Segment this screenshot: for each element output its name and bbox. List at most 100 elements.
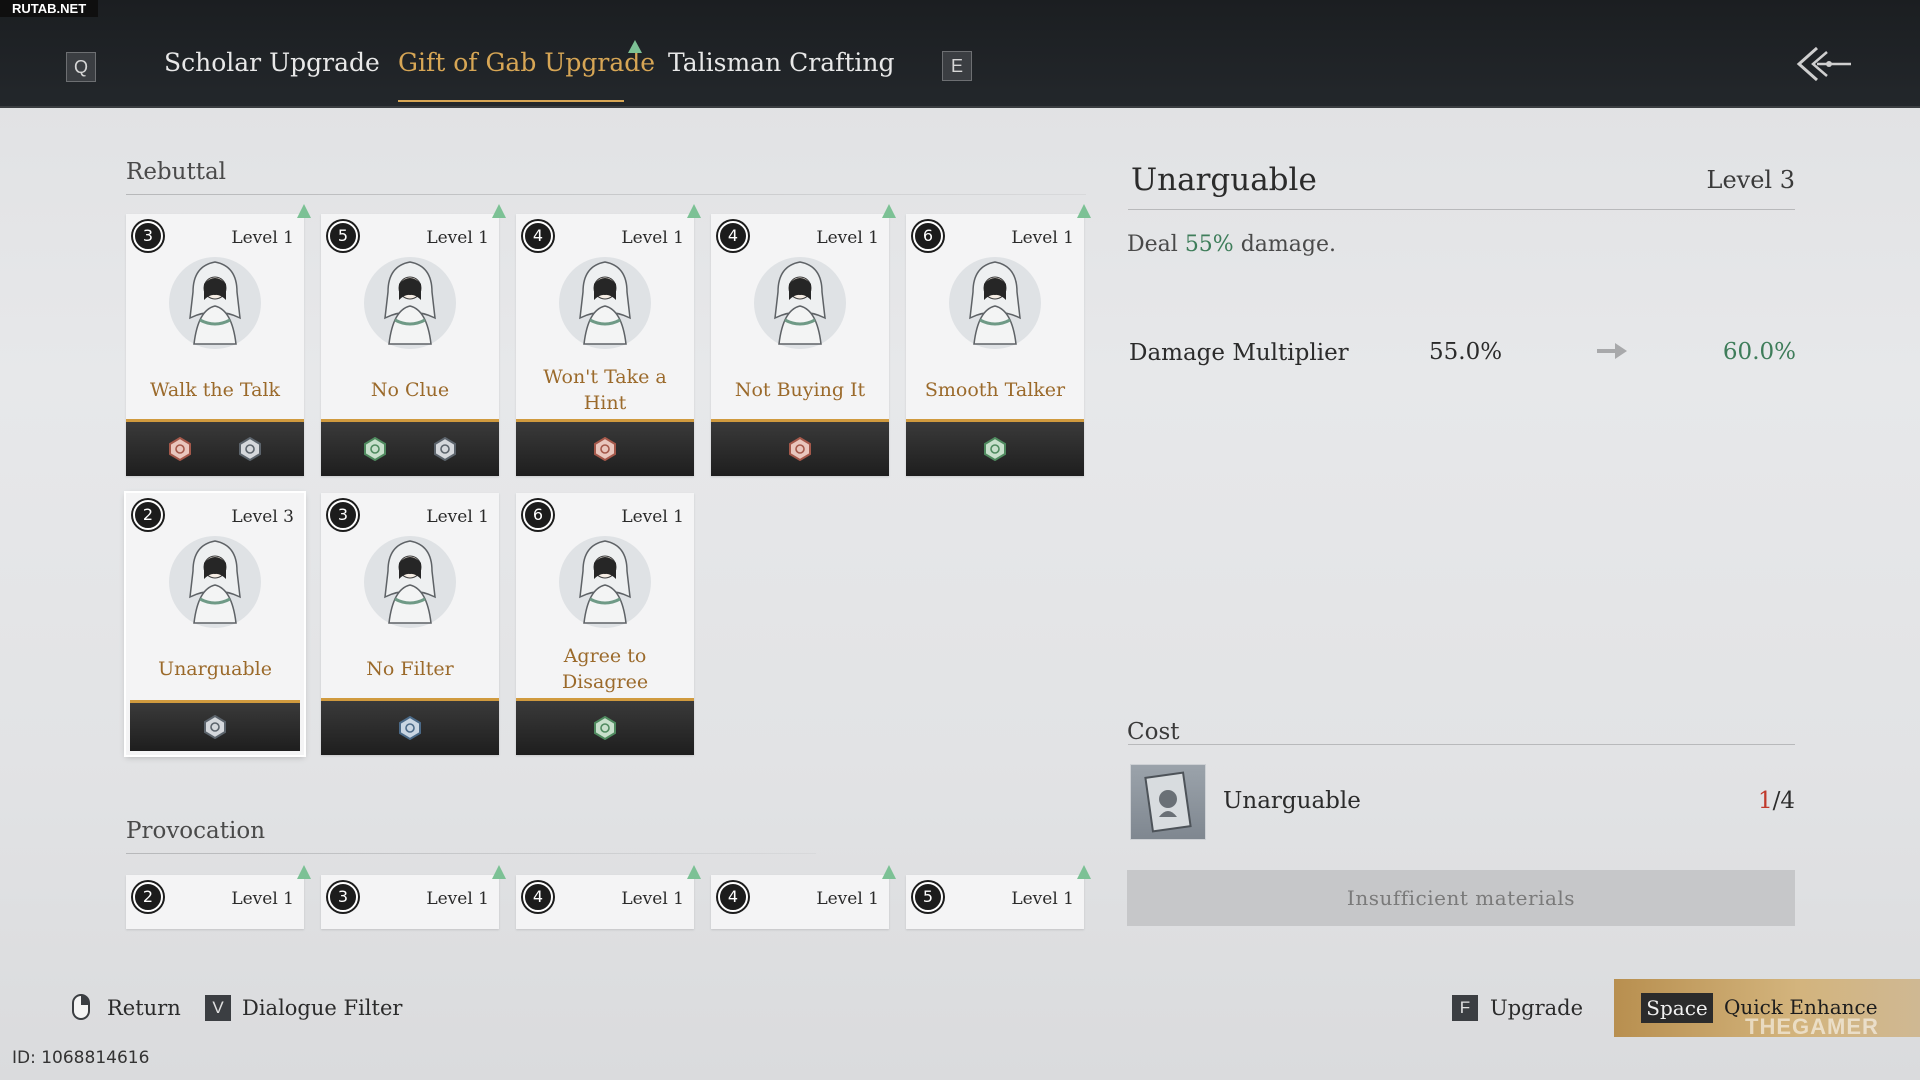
card-tag-bar [516, 419, 694, 476]
card-level: Level 1 [231, 228, 294, 248]
card-agree-to-disagree[interactable]: 6 Level 1 Agree to Disagree [516, 493, 694, 755]
card-cost-badge: 5 [328, 221, 358, 251]
card-tag-bar [711, 419, 889, 476]
back-arrow-icon[interactable] [1795, 44, 1853, 84]
stat-next-value: 60.0% [1722, 339, 1796, 365]
stat-label: Damage Multiplier [1129, 340, 1349, 366]
provocation-card[interactable]: 2 Level 1 [126, 875, 304, 929]
dialogue-filter-hint[interactable]: Dialogue Filter [242, 996, 402, 1020]
provocation-card[interactable]: 4 Level 1 [516, 875, 694, 929]
green-tag-icon [983, 437, 1007, 461]
upgrade-available-icon [687, 865, 701, 879]
tab-talisman-crafting[interactable]: Talisman Crafting [668, 48, 895, 77]
upgrade-available-icon [882, 204, 896, 218]
card-name: Smooth Talker [924, 379, 1066, 401]
green-tag-icon [593, 716, 617, 740]
card-portrait-icon [745, 248, 855, 358]
card-portrait-icon [160, 248, 270, 358]
tab-scholar-upgrade[interactable]: Scholar Upgrade [164, 48, 380, 77]
card-portrait-icon [355, 527, 465, 637]
card-name: Agree to Disagree [561, 645, 649, 693]
space-key[interactable]: Space [1641, 993, 1713, 1023]
upgrade-available-icon [687, 204, 701, 218]
tab-gift-of-gab-upgrade[interactable]: Gift of Gab Upgrade [398, 48, 655, 77]
provocation-card[interactable]: 4 Level 1 [711, 875, 889, 929]
red-tag-icon [168, 437, 192, 461]
card-cost-badge: 5 [913, 882, 943, 912]
card-cost-badge: 6 [913, 221, 943, 251]
cost-count: 1/4 [1758, 788, 1795, 814]
card-no-filter[interactable]: 3 Level 1 No Filter [321, 493, 499, 755]
detail-title: Unarguable [1131, 162, 1317, 198]
grey-tag-icon [238, 437, 262, 461]
card-level: Level 1 [1011, 889, 1074, 909]
dialogue-filter-key[interactable]: V [205, 995, 231, 1021]
card-portrait-icon [355, 248, 465, 358]
detail-description: Deal 55% damage. [1127, 232, 1336, 257]
upgrade-available-icon [1077, 865, 1091, 879]
card-name: Won't Take a Hint [543, 366, 667, 414]
upgrade-available-icon [297, 204, 311, 218]
upgrade-hint[interactable]: Upgrade [1490, 996, 1583, 1020]
section-title-provocation: Provocation [126, 818, 266, 844]
corner-watermark: THEGAMER [1745, 1014, 1879, 1039]
upgrade-available-icon [1077, 204, 1091, 218]
card-name: No Filter [366, 658, 454, 680]
desc-prefix: Deal [1127, 232, 1185, 257]
card-level: Level 1 [1011, 228, 1074, 248]
upgrade-available-icon [628, 40, 642, 53]
card-won-t-take-a-hint[interactable]: 4 Level 1 Won't Take a Hint [516, 214, 694, 476]
upgrade-available-icon [882, 865, 896, 879]
card-name: Walk the Talk [149, 379, 281, 401]
card-cost-badge: 3 [328, 882, 358, 912]
cost-divider [1128, 744, 1795, 745]
next-tab-key[interactable]: E [942, 51, 972, 81]
card-walk-the-talk[interactable]: 3 Level 1 Walk the Talk [126, 214, 304, 476]
card-portrait-icon [160, 527, 270, 637]
detail-level: Level 3 [1706, 166, 1795, 194]
prev-tab-key[interactable]: Q [66, 52, 96, 82]
card-portrait-icon [550, 248, 660, 358]
card-smooth-talker[interactable]: 6 Level 1 Smooth Talker [906, 214, 1084, 476]
card-cost-badge: 4 [523, 221, 553, 251]
card-portrait-icon [940, 248, 1050, 358]
blue-tag-icon [398, 716, 422, 740]
card-cost-badge: 4 [718, 221, 748, 251]
detail-divider [1128, 209, 1795, 210]
grey-tag-icon [433, 437, 457, 461]
cost-title: Cost [1127, 719, 1180, 745]
cost-need: /4 [1772, 788, 1795, 814]
provocation-card[interactable]: 3 Level 1 [321, 875, 499, 929]
return-hint[interactable]: Return [107, 996, 181, 1020]
upgrade-key[interactable]: F [1452, 995, 1478, 1021]
cost-have: 1 [1757, 788, 1773, 814]
cost-item-name: Unarguable [1223, 788, 1361, 814]
desc-suffix: damage. [1233, 232, 1336, 257]
card-name: Not Buying It [734, 379, 866, 401]
upgrade-available-icon [492, 865, 506, 879]
card-tag-bar [906, 419, 1084, 476]
green-tag-icon [363, 437, 387, 461]
mouse-right-click-icon [72, 994, 90, 1020]
card-level: Level 1 [621, 889, 684, 909]
card-unarguable[interactable]: 2 Level 3 Unarguable [124, 491, 306, 757]
card-level: Level 3 [231, 507, 294, 527]
provocation-card[interactable]: 5 Level 1 [906, 875, 1084, 929]
card-not-buying-it[interactable]: 4 Level 1 Not Buying It [711, 214, 889, 476]
grey-tag-icon [203, 715, 227, 739]
card-cost-badge: 4 [718, 882, 748, 912]
card-level: Level 1 [426, 889, 489, 909]
upgrade-available-icon [297, 865, 311, 879]
scroll-material-icon [1130, 764, 1206, 840]
card-name: Unarguable [158, 658, 272, 680]
red-tag-icon [788, 437, 812, 461]
card-level: Level 1 [231, 889, 294, 909]
card-level: Level 1 [816, 889, 879, 909]
red-tag-icon [593, 437, 617, 461]
card-cost-badge: 3 [133, 221, 163, 251]
card-tag-bar [321, 698, 499, 755]
card-no-clue[interactable]: 5 Level 1 No Clue [321, 214, 499, 476]
card-cost-badge: 2 [133, 882, 163, 912]
card-tag-bar [126, 419, 304, 476]
insufficient-materials-button[interactable]: Insufficient materials [1127, 870, 1795, 926]
